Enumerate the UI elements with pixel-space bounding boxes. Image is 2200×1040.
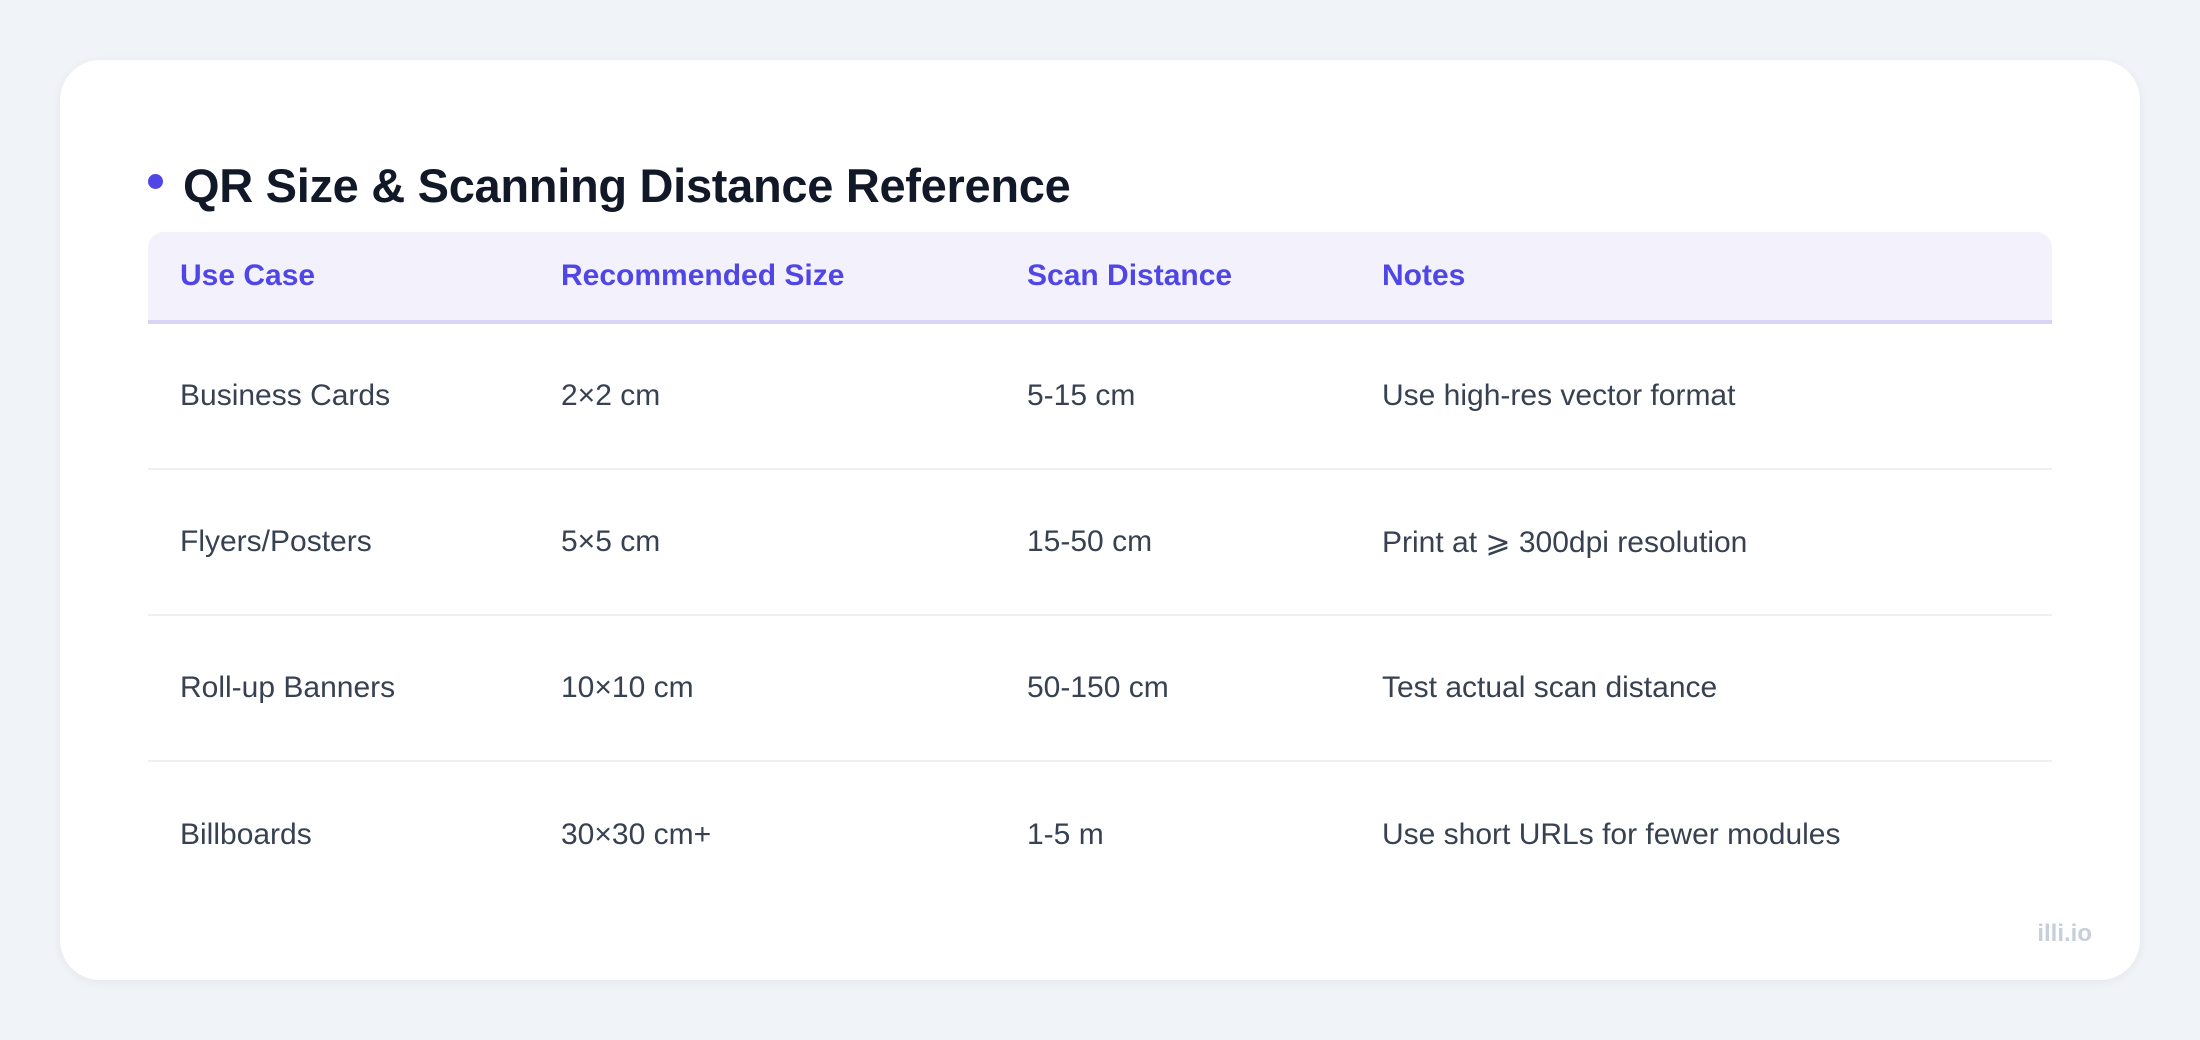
cell-use-case: Roll-up Banners	[180, 671, 396, 704]
cell-use-case: Business Cards	[180, 379, 391, 412]
table-row: Flyers/Posters 5×5 cm 15-50 cm Print at …	[148, 470, 2052, 616]
reference-table: Use Case Recommended Size Scan Distance …	[148, 232, 2052, 908]
column-header-recommended-size: Recommended Size	[561, 259, 845, 292]
column-header-use-case: Use Case	[180, 259, 316, 292]
cell-recommended-size: 30×30 cm+	[561, 818, 712, 851]
cell-scan-distance: 50-150 cm	[1027, 671, 1169, 704]
table-row: Billboards 30×30 cm+ 1-5 m Use short URL…	[148, 762, 2052, 908]
cell-use-case: Billboards	[180, 818, 312, 851]
cell-notes: Test actual scan distance	[1382, 671, 1718, 704]
title-row: QR Size & Scanning Distance Reference	[148, 140, 1071, 230]
reference-card: QR Size & Scanning Distance Reference Us…	[60, 60, 2140, 980]
table-header: Use Case Recommended Size Scan Distance …	[148, 232, 2052, 324]
page-title: QR Size & Scanning Distance Reference	[183, 158, 1071, 212]
cell-notes: Use high-res vector format	[1382, 379, 1736, 412]
watermark: illi.io	[2037, 920, 2092, 947]
cell-scan-distance: 1-5 m	[1027, 818, 1104, 851]
column-header-scan-distance: Scan Distance	[1027, 259, 1233, 292]
cell-notes: Print at ⩾ 300dpi resolution	[1382, 525, 1748, 559]
cell-recommended-size: 10×10 cm	[561, 671, 694, 704]
cell-notes: Use short URLs for fewer modules	[1382, 818, 1841, 851]
cell-scan-distance: 15-50 cm	[1027, 525, 1153, 558]
cell-recommended-size: 5×5 cm	[561, 525, 661, 558]
cell-scan-distance: 5-15 cm	[1027, 379, 1136, 412]
cell-use-case: Flyers/Posters	[180, 525, 372, 558]
table-row: Roll-up Banners 10×10 cm 50-150 cm Test …	[148, 616, 2052, 762]
table-row: Business Cards 2×2 cm 5-15 cm Use high-r…	[148, 324, 2052, 470]
column-header-notes: Notes	[1382, 259, 1466, 292]
cell-recommended-size: 2×2 cm	[561, 379, 661, 412]
title-bullet-icon	[148, 173, 163, 189]
